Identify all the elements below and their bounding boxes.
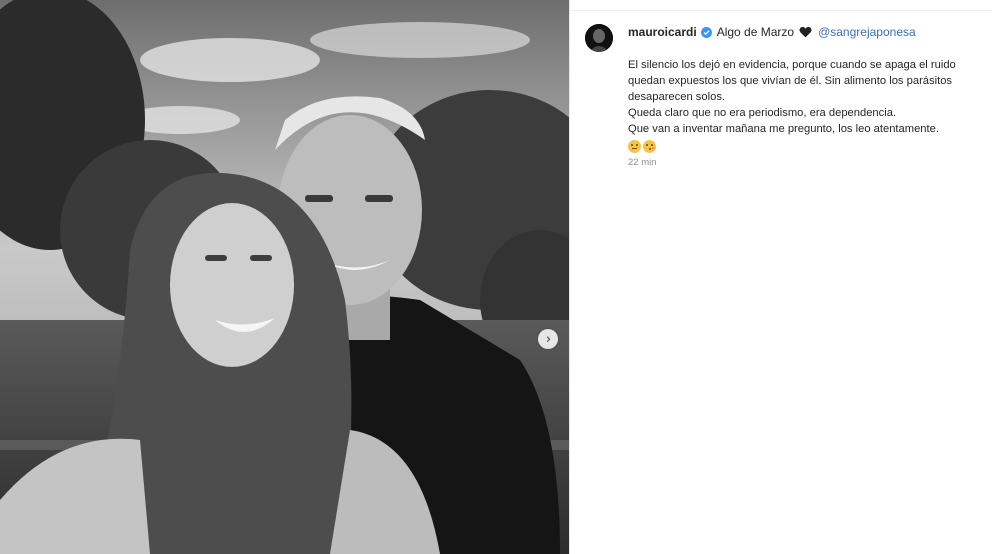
caption-header: mauroicardi Algo de Marzo @sangrejapones… <box>628 25 916 39</box>
instagram-post: › mauroicardi Algo de Marzo @sangrejapon… <box>0 0 992 554</box>
divider <box>570 10 992 11</box>
post-details-panel: mauroicardi Algo de Marzo @sangrejapones… <box>569 0 992 554</box>
kissing-face-icon <box>643 140 656 153</box>
caption-paragraph: Que van a inventar mañana me pregunto, l… <box>628 123 939 135</box>
photo-illustration <box>0 0 569 554</box>
emoji-row <box>628 140 978 153</box>
chevron-right-icon: › <box>545 331 552 347</box>
caption-title: Algo de Marzo <box>716 25 795 39</box>
caption-text: El silencio los dejó en evidencia, porqu… <box>628 57 978 153</box>
black-heart-icon <box>799 26 812 38</box>
username-link[interactable]: mauroicardi <box>628 25 697 39</box>
verified-badge-icon <box>700 26 712 38</box>
post-timestamp[interactable]: 22 min <box>628 157 657 168</box>
next-photo-button[interactable]: › <box>538 329 558 349</box>
smiling-face-icon <box>628 140 641 153</box>
avatar-image <box>585 24 613 52</box>
caption-paragraph: El silencio los dejó en evidencia, porqu… <box>628 59 956 103</box>
caption-paragraph: Queda claro que no era periodismo, era d… <box>628 107 897 119</box>
mention-link[interactable]: @sangrejaponesa <box>818 25 916 39</box>
avatar[interactable] <box>585 24 613 52</box>
post-photo[interactable]: › <box>0 0 569 554</box>
